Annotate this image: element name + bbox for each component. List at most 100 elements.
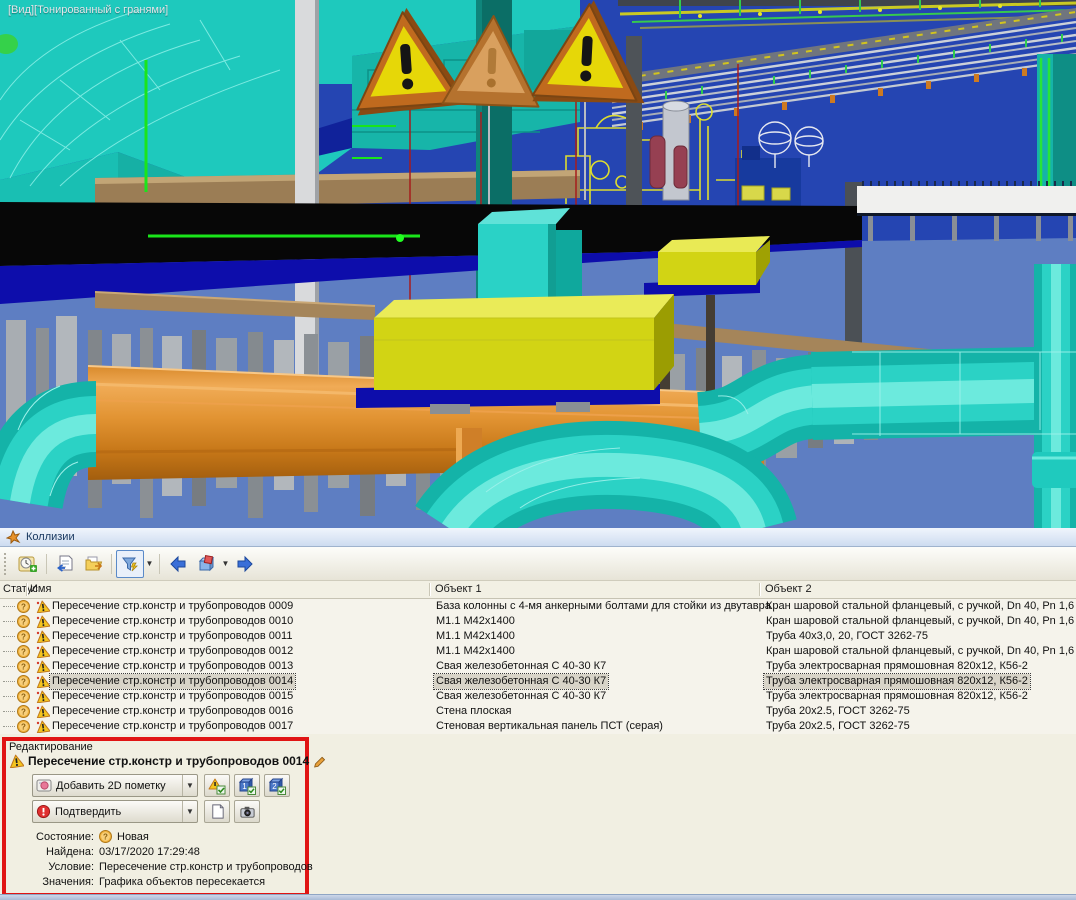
collision-name[interactable]: Пересечение стр.констр и трубопроводов 0… [50, 689, 295, 704]
blank-page-icon [209, 803, 226, 820]
previous-arrow-icon [169, 555, 187, 573]
collision-object1[interactable]: М1.1 М42х1400 [434, 614, 517, 629]
collision-object2[interactable]: Труба 20х2.5, ГОСТ 3262-75 [764, 719, 912, 734]
table-row[interactable]: ? Пересечение стр.констр и трубопроводов… [0, 614, 1076, 629]
table-row[interactable]: ? Пересечение стр.констр и трубопроводов… [0, 674, 1076, 689]
filter-dropdown-arrow[interactable]: ▼ [144, 559, 155, 568]
collision-name[interactable]: Пересечение стр.констр и трубопроводов 0… [50, 644, 295, 659]
tree-branch [3, 711, 15, 712]
collision-name[interactable]: Пересечение стр.констр и трубопроводов 0… [50, 704, 295, 719]
collision-object2[interactable]: Кран шаровой стальной фланцевый, с ручко… [764, 599, 1076, 614]
table-row[interactable]: ? Пересечение стр.констр и трубопроводов… [0, 629, 1076, 644]
status-coin-icon: ? [99, 830, 112, 843]
collision-object2[interactable]: Труба 40х3,0, 20, ГОСТ 3262-75 [764, 629, 930, 644]
table-row[interactable]: ? Пересечение стр.констр и трубопроводов… [0, 599, 1076, 614]
tree-branch [3, 681, 15, 682]
green-valve [396, 234, 404, 242]
collision-object1[interactable]: Стеновая вертикальная панель ПСТ (серая) [434, 719, 665, 734]
collision-object2[interactable]: Кран шаровой стальной фланцевый, с ручко… [764, 644, 1076, 659]
previous-collision-button[interactable] [164, 550, 192, 578]
next-collision-button[interactable] [231, 550, 259, 578]
open-report-button[interactable] [79, 550, 107, 578]
collision-object1[interactable]: Свая железобетонная С 40-30 К7 [434, 674, 608, 689]
column-separator[interactable] [429, 583, 431, 596]
found-value: 03/17/2020 17:29:48 [99, 846, 200, 858]
show-object1-button[interactable]: 1 [234, 774, 260, 797]
new-note-button[interactable] [204, 800, 230, 823]
table-row[interactable]: ? Пересечение стр.констр и трубопроводов… [0, 719, 1076, 734]
add-2d-note-dropdown[interactable]: ▼ [182, 775, 197, 796]
3d-viewport[interactable]: [Вид][Тонированный с гранями] [0, 0, 1076, 528]
export-icon [56, 554, 75, 573]
collision-objects-dropdown-arrow[interactable]: ▼ [220, 559, 231, 568]
toolbar-grip[interactable] [4, 553, 10, 575]
collision-object1[interactable]: М1.1 М42х1400 [434, 644, 517, 659]
next-arrow-icon [236, 555, 254, 573]
approve-collision-button[interactable] [204, 774, 230, 797]
collisions-panel-titlebar[interactable]: Коллизии [0, 528, 1076, 547]
collision-object2[interactable]: Труба 20х2.5, ГОСТ 3262-75 [764, 704, 912, 719]
svg-text:?: ? [21, 617, 26, 626]
collision-object2[interactable]: Труба электросварная прямошовная 820х12,… [764, 659, 1030, 674]
teal-wall-right[interactable] [1037, 54, 1076, 194]
svg-text:?: ? [21, 722, 26, 731]
cube-1-check-icon: 1 [238, 777, 256, 795]
status-strip [0, 894, 1076, 900]
found-field: Найдена: 03/17/2020 17:29:48 [6, 846, 200, 858]
column-header-name[interactable]: Имя [30, 583, 51, 595]
table-row[interactable]: ? Пересечение стр.констр и трубопроводов… [0, 704, 1076, 719]
confirm-icon [36, 804, 51, 819]
confirm-dropdown[interactable]: ▼ [182, 801, 197, 822]
table-row[interactable]: ? Пересечение стр.констр и трубопроводов… [0, 644, 1076, 659]
column-header-object2[interactable]: Объект 2 [765, 583, 812, 595]
show-object2-button[interactable]: 2 [264, 774, 290, 797]
check-collisions-button[interactable] [14, 550, 42, 578]
found-label: Найдена: [6, 846, 94, 858]
white-column[interactable] [295, 0, 319, 386]
warning-check-icon [208, 777, 226, 795]
collision-object2[interactable]: Труба электросварная прямошовная 820х12,… [764, 674, 1030, 689]
steel-column-mid[interactable] [626, 36, 642, 206]
collision-object2[interactable]: Кран шаровой стальной фланцевый, с ручко… [764, 614, 1076, 629]
collision-name[interactable]: Пересечение стр.констр и трубопроводов 0… [50, 674, 295, 689]
pile-cap-large[interactable] [356, 294, 674, 414]
screenshot-button[interactable] [234, 800, 260, 823]
svg-text:?: ? [21, 692, 26, 701]
collision-editor-highlighted: Редактирование Пересечение стр.констр и … [2, 737, 309, 897]
svg-text:?: ? [21, 662, 26, 671]
cube-2-check-icon: 2 [268, 777, 286, 795]
collision-objects-icon [197, 554, 216, 573]
collision-object1[interactable]: База колонны с 4-мя анкерными болтами дл… [434, 599, 773, 614]
add-2d-note-button[interactable]: Добавить 2D пометку ▼ [32, 774, 198, 797]
camera-icon [239, 803, 256, 820]
column-separator[interactable] [759, 583, 761, 596]
collision-object1[interactable]: Стена плоская [434, 704, 513, 719]
collision-object1[interactable]: Свая железобетонная С 40-30 К7 [434, 659, 608, 674]
collision-object1[interactable]: М1.1 М42х1400 [434, 629, 517, 644]
table-row[interactable]: ? Пересечение стр.констр и трубопроводов… [0, 689, 1076, 704]
state-value: Новая [117, 831, 149, 843]
collisions-panel: Коллизии [0, 528, 1076, 900]
tree-branch [3, 651, 15, 652]
collision-name[interactable]: Пересечение стр.констр и трубопроводов 0… [50, 614, 295, 629]
column-header-object1[interactable]: Объект 1 [435, 583, 482, 595]
collision-object1[interactable]: Свая железобетонная С 40-30 К7 [434, 689, 608, 704]
export-collisions-button[interactable] [51, 550, 79, 578]
column-separator[interactable] [26, 583, 28, 596]
collision-table-header[interactable]: Статус Имя Объект 1 Объект 2 [0, 581, 1076, 599]
collision-name[interactable]: Пересечение стр.констр и трубопроводов 0… [50, 719, 295, 734]
editor-title-row: Пересечение стр.констр и трубопроводов 0… [9, 754, 327, 768]
collision-name[interactable]: Пересечение стр.констр и трубопроводов 0… [50, 629, 294, 644]
svg-text:?: ? [21, 602, 26, 611]
condition-value: Пересечение стр.констр и трубопроводов [99, 861, 313, 873]
collision-name[interactable]: Пересечение стр.констр и трубопроводов 0… [50, 599, 295, 614]
collision-object2[interactable]: Труба электросварная прямошовная 820х12,… [764, 689, 1030, 704]
show-collision-objects-button[interactable] [192, 550, 220, 578]
edit-pencil-icon[interactable] [313, 754, 327, 768]
filter-button[interactable] [116, 550, 144, 578]
table-row[interactable]: ? Пересечение стр.констр и трубопроводов… [0, 659, 1076, 674]
values-label: Значения: [6, 876, 94, 888]
status-question-icon[interactable]: ? [17, 720, 30, 736]
confirm-button[interactable]: Подтвердить ▼ [32, 800, 198, 823]
collision-name[interactable]: Пересечение стр.констр и трубопроводов 0… [50, 659, 295, 674]
